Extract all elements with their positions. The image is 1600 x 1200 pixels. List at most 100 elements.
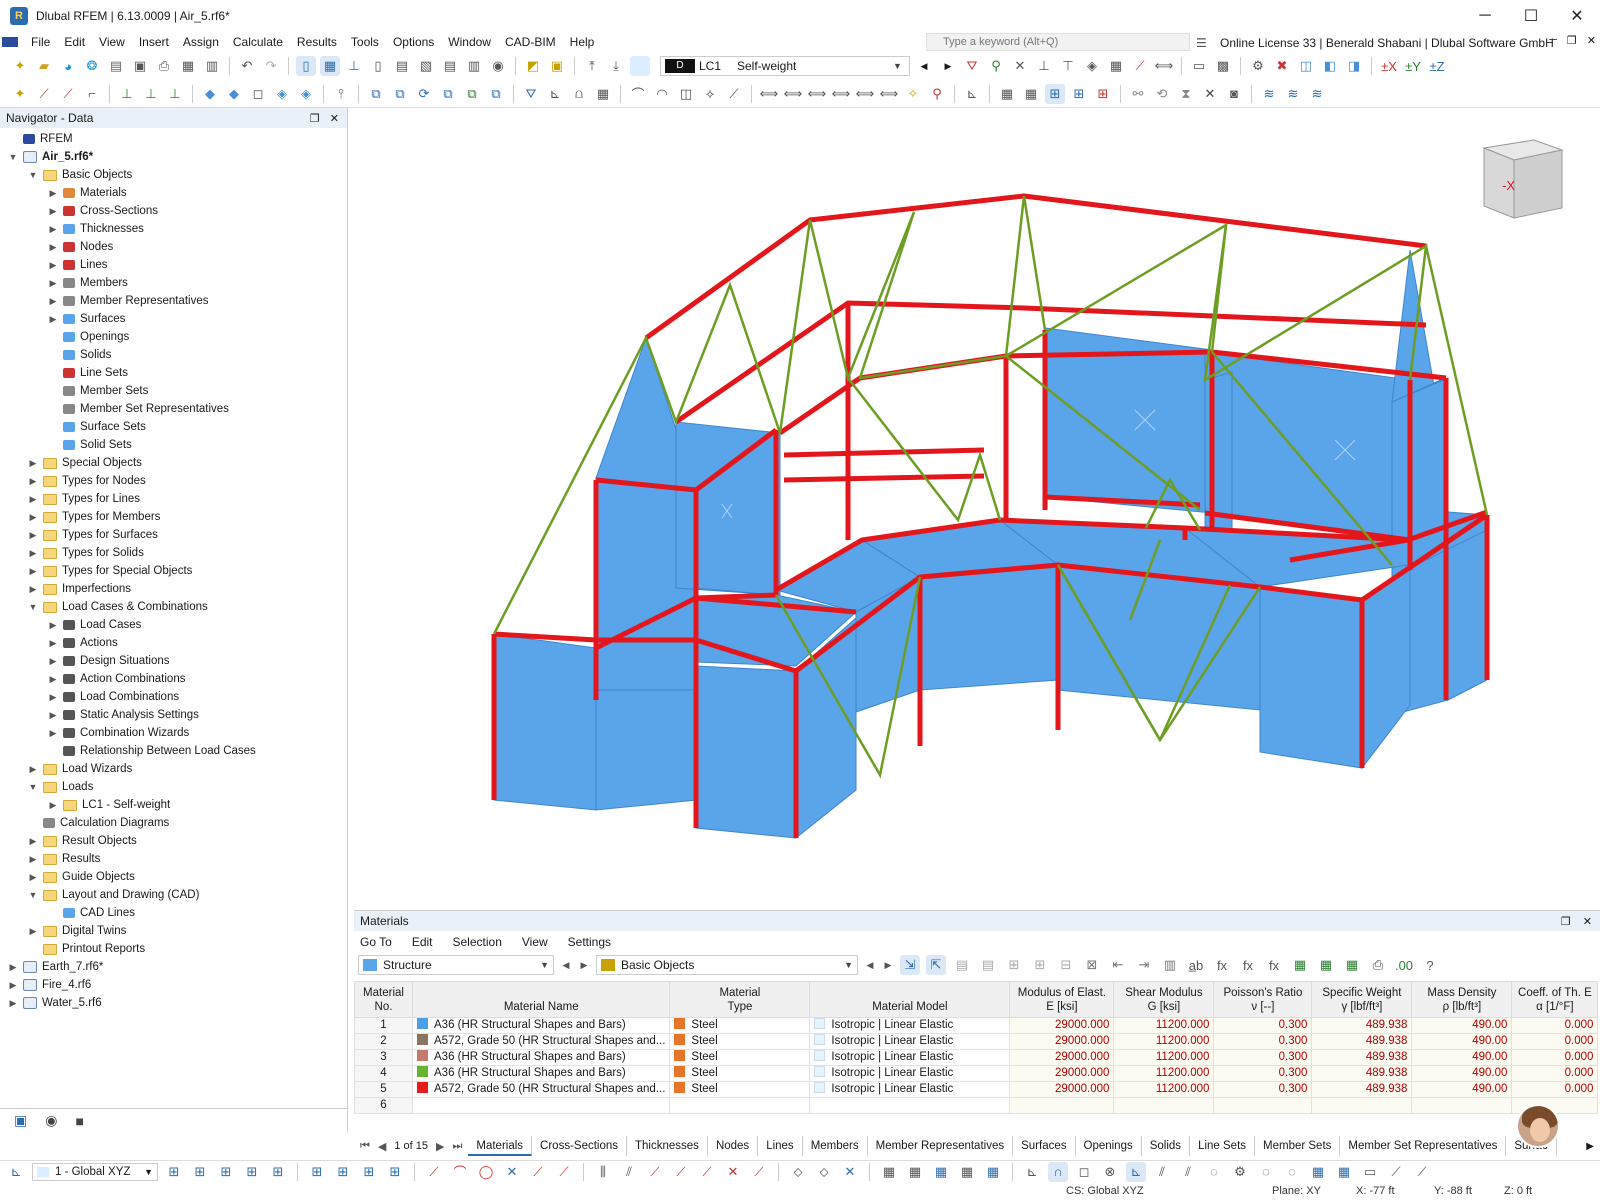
layer-1-icon[interactable]: ≋ (1259, 84, 1279, 104)
delete-results-icon[interactable]: ✖ (1272, 56, 1292, 76)
chevron-right-icon[interactable]: ▶ (46, 296, 60, 307)
animation-icon[interactable]: ▩ (1213, 56, 1233, 76)
cell-specific-weight[interactable]: 489.938 (1311, 1065, 1413, 1082)
tree-item[interactable]: ▶ Cross-Sections (0, 202, 347, 220)
cell-material-name[interactable] (411, 1097, 671, 1114)
tree-item[interactable]: ▼ Basic Objects (0, 166, 347, 184)
menu-edit[interactable]: Edit (57, 35, 92, 49)
cell-material-no[interactable]: 4 (354, 1065, 413, 1082)
line-tool-icon[interactable]: ⊞ (333, 1162, 353, 1182)
snap-mid-icon[interactable]: ◌ (1282, 1162, 1302, 1182)
tab-member-representatives[interactable]: Member Representatives (868, 1136, 1014, 1156)
tree-item[interactable]: ▶ Types for Solids (0, 544, 347, 562)
cell-material-no[interactable]: 1 (354, 1017, 413, 1034)
menu-help[interactable]: Help (563, 35, 602, 49)
cell-material-type[interactable]: Steel (669, 1081, 811, 1098)
cell-shear-modulus[interactable]: 11200.000 (1113, 1033, 1215, 1050)
section-2-icon[interactable]: ⫽ (619, 1162, 639, 1182)
model-info-icon[interactable]: ▤ (106, 56, 126, 76)
cell-thermal-coeff[interactable]: 0.000 (1511, 1081, 1599, 1098)
script-icon[interactable]: ▧ (416, 56, 436, 76)
text-format-icon[interactable]: a̲b (1186, 955, 1206, 975)
tab-line-sets[interactable]: Line Sets (1190, 1136, 1256, 1156)
view-combo[interactable]: 1 - Global XYZ ▼ (32, 1162, 158, 1181)
navigator-close-icon[interactable]: ✕ (330, 112, 339, 125)
side-view-icon[interactable]: ◨ (1344, 56, 1364, 76)
table-icon[interactable]: ▦ (997, 84, 1017, 104)
tree-item[interactable]: Line Sets (0, 364, 347, 382)
draw-diag-2-icon[interactable]: ⟋ (554, 1162, 574, 1182)
close-icon[interactable]: ✕ (1554, 0, 1600, 32)
help-icon[interactable]: ? (1420, 955, 1440, 975)
align-1-icon[interactable]: ⟺ (759, 84, 779, 104)
chevron-right-icon[interactable]: ▶ (46, 692, 60, 703)
cell-mass-density[interactable]: 490.00 (1411, 1033, 1513, 1050)
cell-modulus[interactable]: 29000.000 (1009, 1065, 1115, 1082)
tree-item[interactable]: ▼ Load Cases & Combinations (0, 598, 347, 616)
chevron-right-icon[interactable]: ▶ (26, 836, 40, 847)
axes-icon[interactable]: ✕ (1010, 56, 1030, 76)
panel-menu-view[interactable]: View (522, 935, 548, 949)
tree-item[interactable]: ▶ Actions (0, 634, 347, 652)
align-4-icon[interactable]: ⟺ (831, 84, 851, 104)
draw-diag-icon[interactable]: ⟋ (528, 1162, 548, 1182)
sync-icon[interactable]: ⟲ (1152, 84, 1172, 104)
cell-poisson[interactable]: 0.300 (1213, 1049, 1313, 1066)
cell-specific-weight[interactable]: 489.938 (1311, 1033, 1413, 1050)
clipboard-icon[interactable]: ▥ (464, 56, 484, 76)
guide-line-icon[interactable]: ⊾ (545, 84, 565, 104)
cell-shear-modulus[interactable]: 11200.000 (1113, 1049, 1215, 1066)
cell-material-type[interactable]: Steel (669, 1065, 811, 1082)
add-icon[interactable]: ⊞ (1004, 955, 1024, 975)
chevron-right-icon[interactable]: ▶ (26, 566, 40, 577)
tree-item[interactable]: ▶ Types for Members (0, 508, 347, 526)
tab-materials[interactable]: Materials (468, 1136, 533, 1156)
new-line-icon[interactable]: ⟋ (34, 84, 54, 104)
settings-icon[interactable]: ⚙ (1248, 56, 1268, 76)
prev-page-icon[interactable]: ◀ (378, 1140, 386, 1153)
save-icon[interactable]: ▣ (130, 56, 150, 76)
scale-icon[interactable]: ⧉ (486, 84, 506, 104)
col-material-name[interactable]: Material Name (411, 981, 671, 1018)
delete-row-icon[interactable]: ⊟ (1056, 955, 1076, 975)
draw-circle-icon[interactable]: ◯ (476, 1162, 496, 1182)
cell-mass-density[interactable]: 490.00 (1411, 1017, 1513, 1034)
chevron-right-icon[interactable]: ▶ (26, 512, 40, 523)
tree-item[interactable]: ▶ Members (0, 274, 347, 292)
tabs-scroll-right-icon[interactable]: ▶ (1586, 1141, 1600, 1152)
col-modulus[interactable]: Modulus of Elast. E [ksi] (1009, 981, 1115, 1018)
section-4-icon[interactable]: ⟋ (671, 1162, 691, 1182)
col-specific-weight[interactable]: Specific Weight γ [lbf/ft³] (1311, 981, 1413, 1018)
tree-item[interactable]: Solids (0, 346, 347, 364)
tree-item[interactable]: ▶ Imperfections (0, 580, 347, 598)
panel-menu-settings[interactable]: Settings (568, 935, 611, 949)
model-viewport[interactable]: -X (354, 108, 1600, 908)
cell-mass-density[interactable]: 490.00 (1411, 1081, 1513, 1098)
panel-menu-edit[interactable]: Edit (412, 935, 433, 949)
minimize-icon[interactable]: ─ (1462, 0, 1508, 32)
views-tab-icon[interactable]: ■ (75, 1113, 83, 1129)
ortho-toggle-icon[interactable]: ⊞ (216, 1162, 236, 1182)
cell-specific-weight[interactable]: 489.938 (1311, 1081, 1413, 1098)
cancel-icon[interactable]: ⊗ (1100, 1162, 1120, 1182)
snap-member-icon[interactable]: ⊞ (1093, 84, 1113, 104)
tab-lines[interactable]: Lines (758, 1136, 803, 1156)
section-icon[interactable]: ⫼ (593, 1162, 613, 1182)
print-icon[interactable]: ⎙ (154, 56, 174, 76)
tree-item[interactable]: Surface Sets (0, 418, 347, 436)
magnet-icon[interactable]: ∩ (1048, 1161, 1068, 1182)
menu-cad-bim[interactable]: CAD-BIM (498, 35, 563, 49)
layers-icon[interactable]: ▤ (440, 56, 460, 76)
dimension-line-icon[interactable]: ⟺ (1154, 56, 1174, 76)
tree-item[interactable]: ▶ LC1 - Self-weight (0, 796, 347, 814)
cell-mass-density[interactable] (1411, 1097, 1513, 1114)
next-page-icon[interactable]: ▶ (436, 1140, 444, 1153)
tree-item[interactable]: ▼ Air_5.rf6* (0, 148, 347, 166)
new-polyline-icon[interactable]: ⌐ (82, 84, 102, 104)
line-snap-icon[interactable]: ⟋ (1386, 1162, 1406, 1182)
tree-item[interactable]: Member Sets (0, 382, 347, 400)
table-view-icon[interactable]: ▦ (879, 1162, 899, 1182)
display-filter-icon[interactable]: ⛛ (962, 56, 982, 76)
cell-mass-density[interactable]: 490.00 (1411, 1065, 1513, 1082)
tree-item[interactable]: ▶ Materials (0, 184, 347, 202)
